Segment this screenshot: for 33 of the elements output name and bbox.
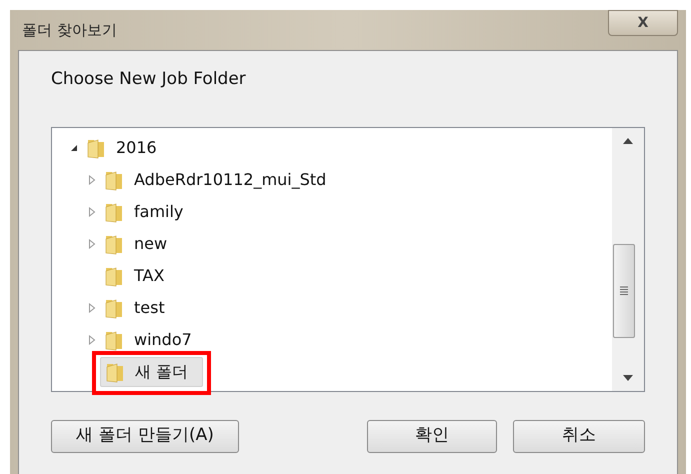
expand-arrow-icon[interactable] [88,206,96,216]
tree-item[interactable]: TAX [100,260,168,290]
scroll-down-icon[interactable] [623,374,633,380]
expand-arrow-icon[interactable] [88,302,96,312]
expand-arrow-icon[interactable] [88,334,96,344]
close-button[interactable]: X [608,10,678,36]
tree-item[interactable]: new [100,228,172,258]
grip-icon [620,286,628,295]
folder-icon [104,200,124,222]
scrollbar[interactable] [612,128,644,390]
collapse-arrow-icon[interactable] [70,144,78,152]
folder-icon [105,360,125,382]
folder-icon [104,168,124,190]
expand-arrow-icon[interactable] [88,238,96,248]
ok-button[interactable]: 확인 [367,420,497,452]
tree-item[interactable]: 새 폴더 [100,356,204,386]
window-title: 폴더 찾아보기 [21,20,117,41]
folder-icon [104,232,124,254]
tree-item[interactable]: 2016 [82,132,161,162]
new-folder-button[interactable]: 새 폴더 만들기(A) [51,420,239,452]
scroll-thumb[interactable] [613,244,635,338]
tree-item[interactable]: test [100,292,169,322]
folder-icon [104,264,124,286]
tree-item[interactable]: windo7 [100,324,196,354]
cancel-button[interactable]: 취소 [513,420,645,452]
tree-item[interactable]: family [100,196,188,226]
folder-icon [86,136,106,158]
expand-arrow-icon[interactable] [88,174,96,184]
scroll-up-icon[interactable] [623,138,633,144]
folder-icon [104,296,124,318]
tree-item[interactable]: AdbeRdr10112_mui_Std [100,164,330,194]
prompt-text: Choose New Job Folder [51,68,247,91]
folder-icon [104,328,124,350]
